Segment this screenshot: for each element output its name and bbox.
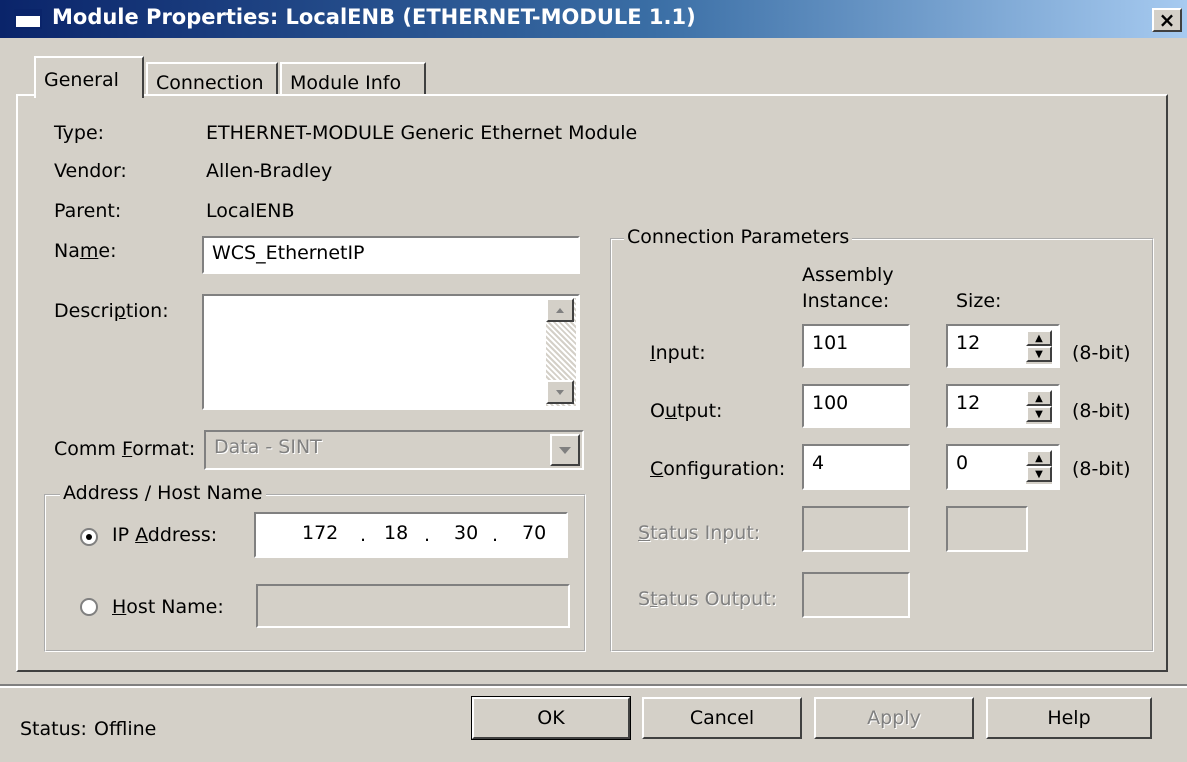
arrow-down-icon <box>556 390 564 395</box>
output-label: Output: <box>650 400 723 422</box>
status-input-label: Status Input: <box>638 522 761 544</box>
input-size-spinner[interactable]: ▲ ▼ <box>1026 330 1052 364</box>
host-name-radio[interactable] <box>80 598 98 616</box>
window-icon <box>14 9 42 29</box>
vendor-label: Vendor: <box>54 160 127 182</box>
instance-header: Instance: <box>802 290 890 312</box>
connection-parameters-legend: Connection Parameters <box>624 226 853 248</box>
comm-format-dropdown-button[interactable] <box>550 434 580 466</box>
help-button[interactable]: Help <box>986 697 1152 739</box>
status-input-instance-field[interactable] <box>802 506 910 552</box>
title-bar[interactable]: Module Properties: LocalENB (ETHERNET-MO… <box>0 0 1187 38</box>
scroll-up-button[interactable] <box>546 298 574 322</box>
tab-general[interactable]: General <box>34 56 144 98</box>
ip-octet-3: 30 <box>454 522 479 544</box>
address-legend: Address / Host Name <box>60 482 266 504</box>
vendor-value: Allen-Bradley <box>206 160 333 182</box>
status-label: Status: <box>20 718 87 740</box>
configuration-unit: (8-bit) <box>1072 458 1131 480</box>
ip-dot: . <box>360 524 367 546</box>
arrow-up-icon <box>556 308 564 313</box>
name-input[interactable]: WCS_EthernetIP <box>202 236 580 274</box>
configuration-label: Configuration: <box>650 458 786 480</box>
spin-down-icon[interactable]: ▼ <box>1026 406 1052 422</box>
tab-module-info[interactable]: Module Info <box>280 62 426 96</box>
comm-format-select[interactable]: Data - SINT <box>204 430 584 470</box>
cancel-button[interactable]: Cancel <box>642 697 802 739</box>
ip-dot: . <box>424 524 431 546</box>
ip-address-radio[interactable] <box>80 528 98 546</box>
tab-connection[interactable]: Connection <box>146 62 278 96</box>
status-output-label: Status Output: <box>638 588 777 610</box>
ip-octet-2: 18 <box>384 522 409 544</box>
output-size-spinner[interactable]: ▲ ▼ <box>1026 390 1052 424</box>
ip-octet-1: 172 <box>302 522 339 544</box>
spin-up-icon[interactable]: ▲ <box>1026 450 1052 466</box>
comm-format-label: Comm Format: <box>54 438 196 460</box>
description-label: Description: <box>54 300 169 322</box>
type-value: ETHERNET-MODULE Generic Ethernet Module <box>206 122 638 144</box>
ip-address-input[interactable]: 172 . 18 . 30 . 70 <box>254 512 568 558</box>
output-instance-field[interactable]: 100 <box>802 384 910 428</box>
close-button[interactable]: × <box>1152 8 1182 32</box>
spin-down-icon[interactable]: ▼ <box>1026 346 1052 362</box>
host-name-input[interactable] <box>256 584 570 628</box>
footer-separator <box>0 684 1187 688</box>
ip-dot: . <box>492 524 499 546</box>
spin-down-icon[interactable]: ▼ <box>1026 466 1052 482</box>
spin-up-icon[interactable]: ▲ <box>1026 390 1052 406</box>
input-unit: (8-bit) <box>1072 342 1131 364</box>
parent-value: LocalENB <box>206 200 295 222</box>
description-textarea[interactable] <box>202 294 580 410</box>
type-label: Type: <box>54 122 105 144</box>
size-header: Size: <box>956 290 1002 312</box>
ip-address-label: IP Address: <box>112 524 218 546</box>
chevron-down-icon <box>559 447 571 454</box>
configuration-instance-field[interactable]: 4 <box>802 444 910 490</box>
scroll-down-button[interactable] <box>546 380 574 404</box>
spin-up-icon[interactable]: ▲ <box>1026 330 1052 346</box>
configuration-size-spinner[interactable]: ▲ ▼ <box>1026 450 1052 484</box>
input-label: Input: <box>650 342 706 364</box>
status-input-size-field[interactable] <box>946 506 1028 552</box>
status-value: Offline <box>94 718 157 740</box>
apply-button[interactable]: Apply <box>814 697 974 739</box>
window-title: Module Properties: LocalENB (ETHERNET-MO… <box>52 5 696 29</box>
output-unit: (8-bit) <box>1072 400 1131 422</box>
ok-button[interactable]: OK <box>471 696 631 740</box>
status-output-instance-field[interactable] <box>802 572 910 618</box>
parent-label: Parent: <box>54 200 122 222</box>
name-label: Name: <box>54 240 117 262</box>
input-instance-field[interactable]: 101 <box>802 324 910 368</box>
assembly-header: Assembly <box>802 264 894 286</box>
host-name-label: Host Name: <box>112 596 224 618</box>
ip-octet-4: 70 <box>522 522 547 544</box>
